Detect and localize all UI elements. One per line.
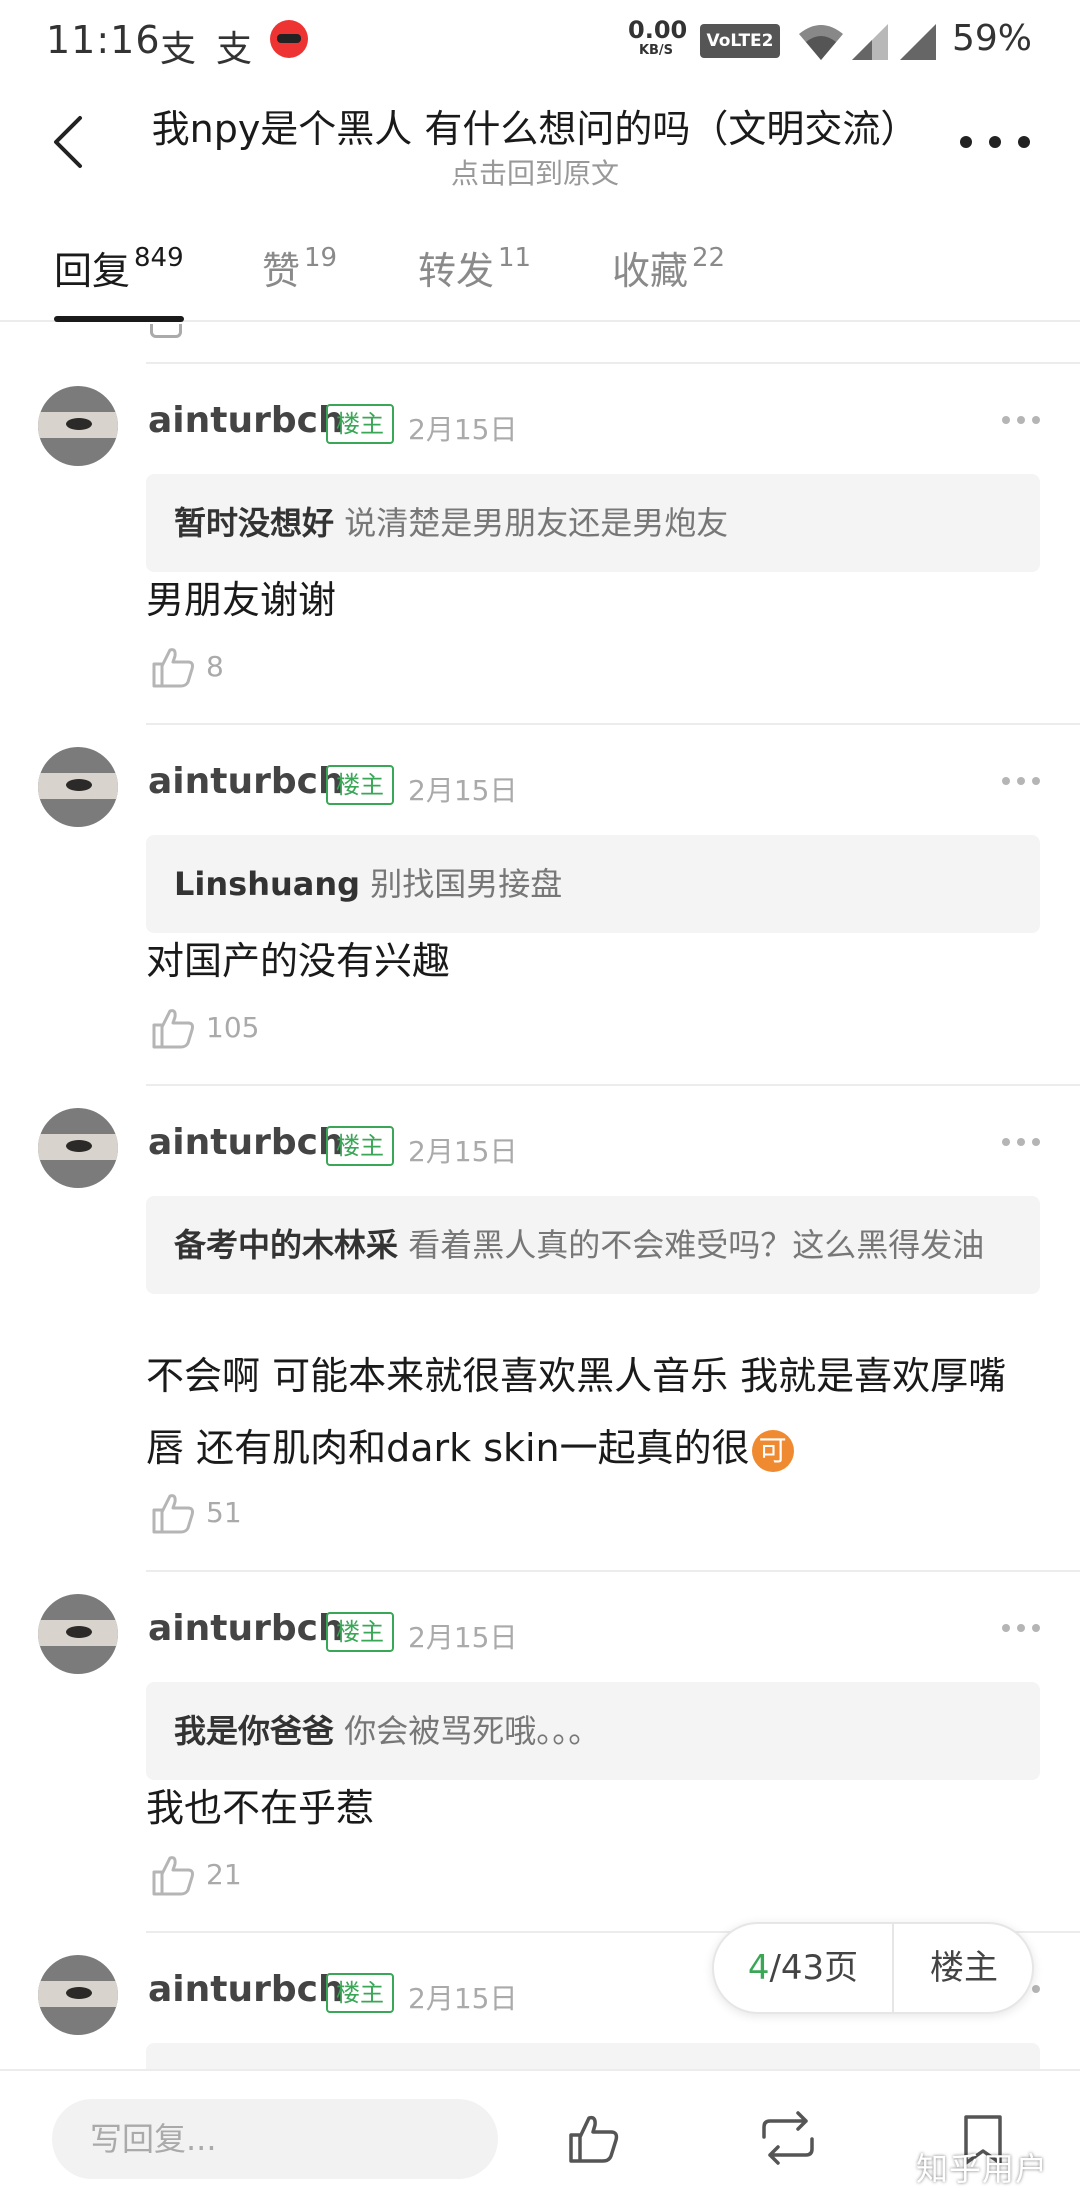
comment-text: 不会啊 可能本来就很喜欢黑人音乐 我就是喜欢厚嘴唇 还有肌肉和dark skin… xyxy=(146,1340,1040,1484)
like-count: 51 xyxy=(206,1496,242,1529)
quoted-text: 说清楚是男朋友还是男炮友 xyxy=(344,504,729,542)
tab-label: 收藏 xyxy=(612,249,689,293)
author-badge: 楼主 xyxy=(326,404,394,444)
tab-count: 849 xyxy=(134,243,184,274)
quoted-reply[interactable]: 备考中的木林采 看着黑人真的不会难受吗？这么黑得发油 xyxy=(146,1196,1040,1294)
comment-date: 2月15日 xyxy=(408,1135,518,1168)
avatar[interactable] xyxy=(38,1108,118,1188)
author-badge: 楼主 xyxy=(326,765,394,805)
thumbs-up-icon xyxy=(152,648,194,688)
quoted-reply[interactable] xyxy=(146,2043,1040,2069)
comment-date: 2月15日 xyxy=(408,1982,518,2015)
comment-more-icon[interactable] xyxy=(1002,1624,1040,1634)
divider xyxy=(146,1570,1080,1572)
wifi-icon xyxy=(799,25,843,60)
back-to-original-link[interactable]: 点击回到原文 xyxy=(150,152,920,192)
avatar[interactable] xyxy=(38,1955,118,2035)
tab-count: 19 xyxy=(304,243,338,274)
comment-more-icon[interactable] xyxy=(1002,1138,1040,1148)
quoted-text: 你会被骂死哦。。。 xyxy=(344,1712,601,1750)
back-arrow-icon[interactable] xyxy=(44,112,94,172)
tab-likes[interactable]: 赞 19 xyxy=(262,240,337,295)
network-speed-value: 0.00 xyxy=(628,16,688,44)
active-tab-indicator xyxy=(54,316,184,322)
quoted-reply[interactable]: 我是你爸爸 你会被骂死哦。。。 xyxy=(146,1682,1040,1780)
avatar[interactable] xyxy=(38,747,118,827)
tab-bar: 回复 849 赞 19 转发 11 收藏 22 xyxy=(0,210,1080,322)
total-pages: /43页 xyxy=(769,1948,859,1988)
thumbs-up-icon xyxy=(150,324,182,338)
quoted-text: 别找国男接盘 xyxy=(370,865,563,903)
quoted-text: 看着黑人真的不会难受吗？这么黑得发油 xyxy=(408,1226,985,1264)
comment-text-content: 不会啊 可能本来就很喜欢黑人音乐 我就是喜欢厚嘴唇 还有肌肉和dark skin… xyxy=(146,1354,1007,1470)
comment-username[interactable]: ainturbch xyxy=(148,400,344,441)
emoji-icon: 可 xyxy=(751,1429,794,1472)
repost-icon[interactable] xyxy=(756,2111,820,2165)
comment-text: 对国产的没有兴趣 xyxy=(146,939,451,983)
quoted-username: 我是你爸爸 xyxy=(174,1712,335,1750)
tab-count: 22 xyxy=(692,243,726,274)
tab-label: 赞 xyxy=(262,249,301,293)
alipay-notification-icon: 支 xyxy=(160,29,197,70)
comment-date: 2月15日 xyxy=(408,1621,518,1654)
tab-label: 转发 xyxy=(418,249,495,293)
more-dots-icon[interactable] xyxy=(960,130,1030,154)
status-bar: 11:16 支 支 0.00 KB/S VoLTE2 59% xyxy=(0,0,1080,80)
author-badge: 楼主 xyxy=(326,1612,394,1652)
like-count: 105 xyxy=(206,1011,260,1044)
alipay-notification-icon: 支 xyxy=(216,29,253,70)
avatar[interactable] xyxy=(38,386,118,466)
quoted-reply[interactable]: 暂时没想好 说清楚是男朋友还是男炮友 xyxy=(146,474,1040,572)
header: 我npy是个黑人 有什么想问的吗（文明交流） 点击回到原文 xyxy=(0,80,1080,200)
quoted-username: 暂时没想好 xyxy=(174,504,335,542)
divider xyxy=(146,1084,1080,1086)
comment-more-icon[interactable] xyxy=(1002,416,1040,426)
signal-icon xyxy=(900,24,936,60)
battery-level: 59% xyxy=(952,18,1033,59)
thumbs-up-icon xyxy=(152,1494,194,1534)
status-time: 11:16 xyxy=(46,18,161,62)
signal-icon xyxy=(852,24,888,60)
thumbs-up-icon xyxy=(152,1009,194,1049)
thread-title: 我npy是个黑人 有什么想问的吗（文明交流） xyxy=(151,107,919,151)
tab-favorites[interactable]: 收藏 22 xyxy=(612,240,725,295)
quoted-username: Linshuang xyxy=(174,865,361,903)
like-count: 21 xyxy=(206,1858,242,1891)
page-indicator[interactable]: 4/43页 xyxy=(714,1924,892,2012)
comment-feed[interactable]: ainturbch 楼主 2月15日 暂时没想好 说清楚是男朋友还是男炮友 男朋… xyxy=(0,324,1080,2069)
quoted-username: 备考中的木林采 xyxy=(174,1226,399,1264)
author-badge: 楼主 xyxy=(326,1973,394,2013)
watermark: 知乎用户 xyxy=(916,2150,1049,2188)
comment-date: 2月15日 xyxy=(408,774,518,807)
divider xyxy=(146,362,1080,364)
quoted-reply[interactable]: Linshuang 别找国男接盘 xyxy=(146,835,1040,933)
network-speed: 0.00 KB/S xyxy=(628,16,688,58)
current-page: 4 xyxy=(747,1948,770,1988)
comment-username[interactable]: ainturbch xyxy=(148,1969,344,2010)
thumbs-up-icon[interactable] xyxy=(566,2111,620,2165)
tab-replies[interactable]: 回复 849 xyxy=(54,240,184,295)
comment-more-icon[interactable] xyxy=(1002,777,1040,787)
like-count: 8 xyxy=(206,650,224,683)
divider xyxy=(146,723,1080,725)
comment-username[interactable]: ainturbch xyxy=(148,1608,344,1649)
reply-input[interactable]: 写回复... xyxy=(52,2099,498,2179)
tab-count: 11 xyxy=(498,243,532,274)
avatar[interactable] xyxy=(38,1594,118,1674)
thumbs-up-icon xyxy=(152,1856,194,1896)
comment-username[interactable]: ainturbch xyxy=(148,1122,344,1163)
page-navigator: 4/43页 楼主 xyxy=(712,1922,1034,2014)
author-only-button[interactable]: 楼主 xyxy=(894,1924,1034,2012)
tab-reposts[interactable]: 转发 11 xyxy=(418,240,531,295)
comment-date: 2月15日 xyxy=(408,413,518,446)
network-speed-unit: KB/S xyxy=(638,43,674,58)
comment-username[interactable]: ainturbch xyxy=(148,761,344,802)
author-badge: 楼主 xyxy=(326,1126,394,1166)
volte-badge: VoLTE2 xyxy=(700,24,780,58)
tab-label: 回复 xyxy=(54,249,131,293)
comment-text: 男朋友谢谢 xyxy=(146,578,337,622)
app-notification-icon xyxy=(270,20,308,58)
comment-text: 我也不在乎惹 xyxy=(146,1786,375,1830)
